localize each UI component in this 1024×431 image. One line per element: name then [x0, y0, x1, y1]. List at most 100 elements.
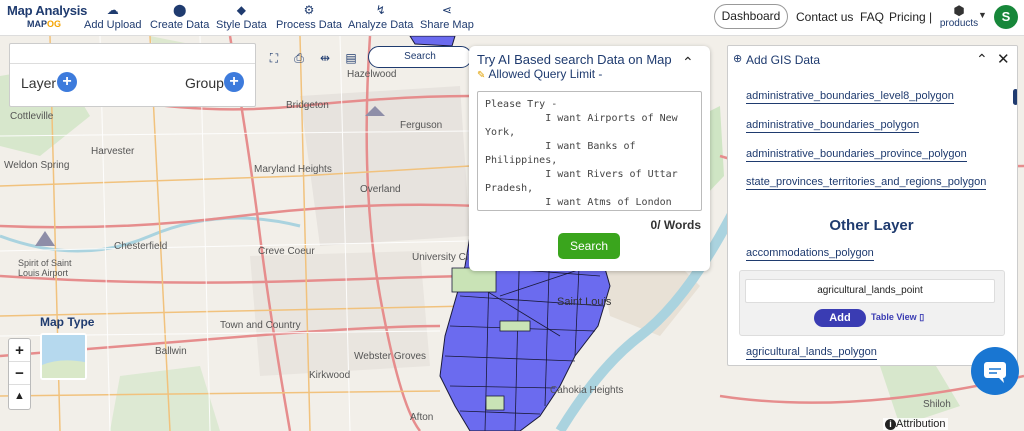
chevron-up-icon[interactable]: ⌃	[682, 54, 694, 71]
nav-label: Add Upload	[84, 19, 142, 31]
nav-add-upload[interactable]: ☁ Add Upload	[84, 3, 142, 31]
gis-layer-link[interactable]: state_provinces_territories_and_regions_…	[746, 176, 987, 190]
map-label: University City	[412, 252, 476, 263]
comment-icon[interactable]: ▤	[342, 51, 360, 65]
cube-icon: ⬢	[953, 3, 965, 18]
chevron-down-icon[interactable]: ▼	[978, 10, 987, 20]
nav-process-data[interactable]: ⚙ Process Data	[276, 3, 342, 31]
map-label: Weldon Spring	[4, 160, 70, 171]
zoom-control: + − ▲	[8, 338, 31, 410]
map-label: Overland	[360, 184, 401, 195]
gis-panel-title: Add GIS Data	[746, 53, 821, 67]
add-layer-button[interactable]: +	[57, 72, 77, 92]
nav-share-map[interactable]: ⋖ Share Map	[420, 3, 474, 31]
map-label: Cottleville	[10, 111, 54, 122]
nav-style-data[interactable]: ◆ Style Data	[216, 3, 267, 31]
gis-layer-link[interactable]: accommodations_polygon	[746, 247, 874, 261]
gis-panel-header: ⊕ Add GIS Data ⌃ ✕	[728, 46, 1017, 72]
map-label: Afton	[410, 412, 434, 423]
nav-label: Share Map	[420, 19, 474, 31]
nav-create-data[interactable]: ⬤ Create Data	[150, 3, 209, 31]
map-label: Bridgeton	[286, 100, 329, 111]
map-label: Ballwin	[155, 346, 187, 357]
nav-label: Process Data	[276, 19, 343, 31]
map-label: Shiloh	[923, 399, 951, 410]
selected-layer-name: agricultural_lands_point	[745, 279, 995, 303]
products-menu[interactable]: ⬢ products	[938, 3, 980, 30]
other-layer-heading: Other Layer	[829, 217, 914, 234]
avatar[interactable]: S	[994, 5, 1018, 29]
add-group-button[interactable]: +	[224, 72, 244, 92]
word-count: 0/ Words	[650, 218, 701, 232]
map-type-thumbnail[interactable]	[40, 333, 87, 380]
process-icon: ⚙	[303, 3, 315, 17]
pricing-link[interactable]: Pricing |	[889, 10, 932, 24]
ai-query-limit: ✎ Allowed Query Limit -	[477, 67, 603, 81]
gis-layer-link[interactable]: administrative_boundaries_province_polyg…	[746, 148, 967, 162]
layer-label: Layer	[21, 75, 57, 91]
add-layer-data-button[interactable]: Add	[814, 309, 866, 327]
layer-group-panel: Layer + Group +	[9, 43, 256, 107]
top-navbar: Map Analysis MAPOG ☁ Add Upload ⬤ Create…	[0, 0, 1024, 36]
gis-layer-link[interactable]: administrative_boundaries_polygon	[746, 119, 920, 133]
share-icon: ⋖	[441, 3, 452, 17]
dashboard-button[interactable]: Dashboard	[714, 4, 788, 29]
map-label: Town and Country	[220, 320, 301, 331]
brand-logo[interactable]: Map Analysis MAPOG	[7, 3, 87, 29]
measure-icon[interactable]: ⇹	[316, 51, 334, 65]
reset-north-button[interactable]: ▲	[9, 385, 30, 408]
map-label: Kirkwood	[309, 370, 351, 381]
chevron-up-icon[interactable]: ⌃	[976, 51, 988, 68]
cloud-upload-icon: ☁	[106, 3, 119, 17]
selected-layer-card: agricultural_lands_point Add Table View …	[739, 270, 1005, 336]
print-icon[interactable]: ⎙	[290, 51, 308, 65]
zoom-out-button[interactable]: −	[9, 362, 30, 385]
nav-label: Create Data	[150, 19, 210, 31]
gis-layer-link[interactable]: administrative_boundaries_level8_polygon	[746, 90, 954, 104]
brand-sub: MAPOG	[27, 19, 62, 29]
tablet-icon: ▯	[919, 312, 925, 322]
group-label: Group	[185, 75, 224, 91]
map-label: Harvester	[91, 146, 135, 157]
map-search-input[interactable]: Search	[368, 46, 472, 68]
brand-title: Map Analysis	[7, 3, 88, 18]
products-label: products	[939, 18, 979, 29]
chat-button[interactable]	[971, 347, 1019, 395]
chat-icon	[984, 362, 1006, 383]
map-thumbnail-preview	[42, 335, 85, 378]
close-icon[interactable]: ✕	[997, 50, 1010, 68]
map-label: Webster Groves	[354, 351, 427, 362]
faq-link[interactable]: FAQ	[860, 10, 884, 24]
pencil-icon: ✎	[477, 70, 486, 81]
layer-panel-header	[10, 44, 255, 64]
map-label: Spirit of Saint Louis Airport	[18, 258, 72, 278]
map-label: Chesterfield	[114, 241, 168, 252]
map-label: Ferguson	[400, 120, 443, 131]
gis-data-panel: ⊕ Add GIS Data ⌃ ✕ administrative_bounda…	[727, 45, 1018, 366]
map-pin-icon: ⬤	[172, 3, 187, 17]
map-label: Hazelwood	[347, 69, 397, 80]
ai-search-panel: Try AI Based search Data on Map ✎ Allowed…	[469, 46, 710, 271]
nav-label: Style Data	[216, 19, 267, 31]
ai-search-button[interactable]: Search	[558, 233, 620, 259]
map-label: Creve Coeur	[258, 246, 315, 257]
map-label: Cahokia Heights	[550, 385, 624, 396]
paint-bucket-icon: ◆	[236, 3, 246, 17]
map-type-label: Map Type	[40, 315, 95, 329]
nav-label: Analyze Data	[348, 19, 414, 31]
gis-layer-link[interactable]: agricultural_lands_polygon	[746, 346, 877, 360]
panel-scrollbar[interactable]	[1013, 89, 1017, 105]
contact-link[interactable]: Contact us	[796, 10, 853, 24]
map-label: Saint Louis	[557, 296, 612, 308]
globe-icon: ⊕	[733, 53, 743, 65]
zoom-in-button[interactable]: +	[9, 339, 30, 362]
map-label: Maryland Heights	[254, 164, 332, 175]
nav-analyze-data[interactable]: ↯ Analyze Data	[348, 3, 413, 31]
ai-panel-title: Try AI Based search Data on Map	[477, 52, 672, 67]
ai-query-textarea[interactable]: Please Try - I want Airports of New York…	[477, 91, 702, 211]
fullscreen-icon[interactable]: ⛶	[265, 51, 283, 65]
attribution-control[interactable]: i Attribution	[883, 418, 948, 430]
analyze-icon: ↯	[375, 3, 386, 17]
info-icon: i	[885, 419, 896, 430]
table-view-link[interactable]: Table View ▯	[871, 312, 924, 323]
